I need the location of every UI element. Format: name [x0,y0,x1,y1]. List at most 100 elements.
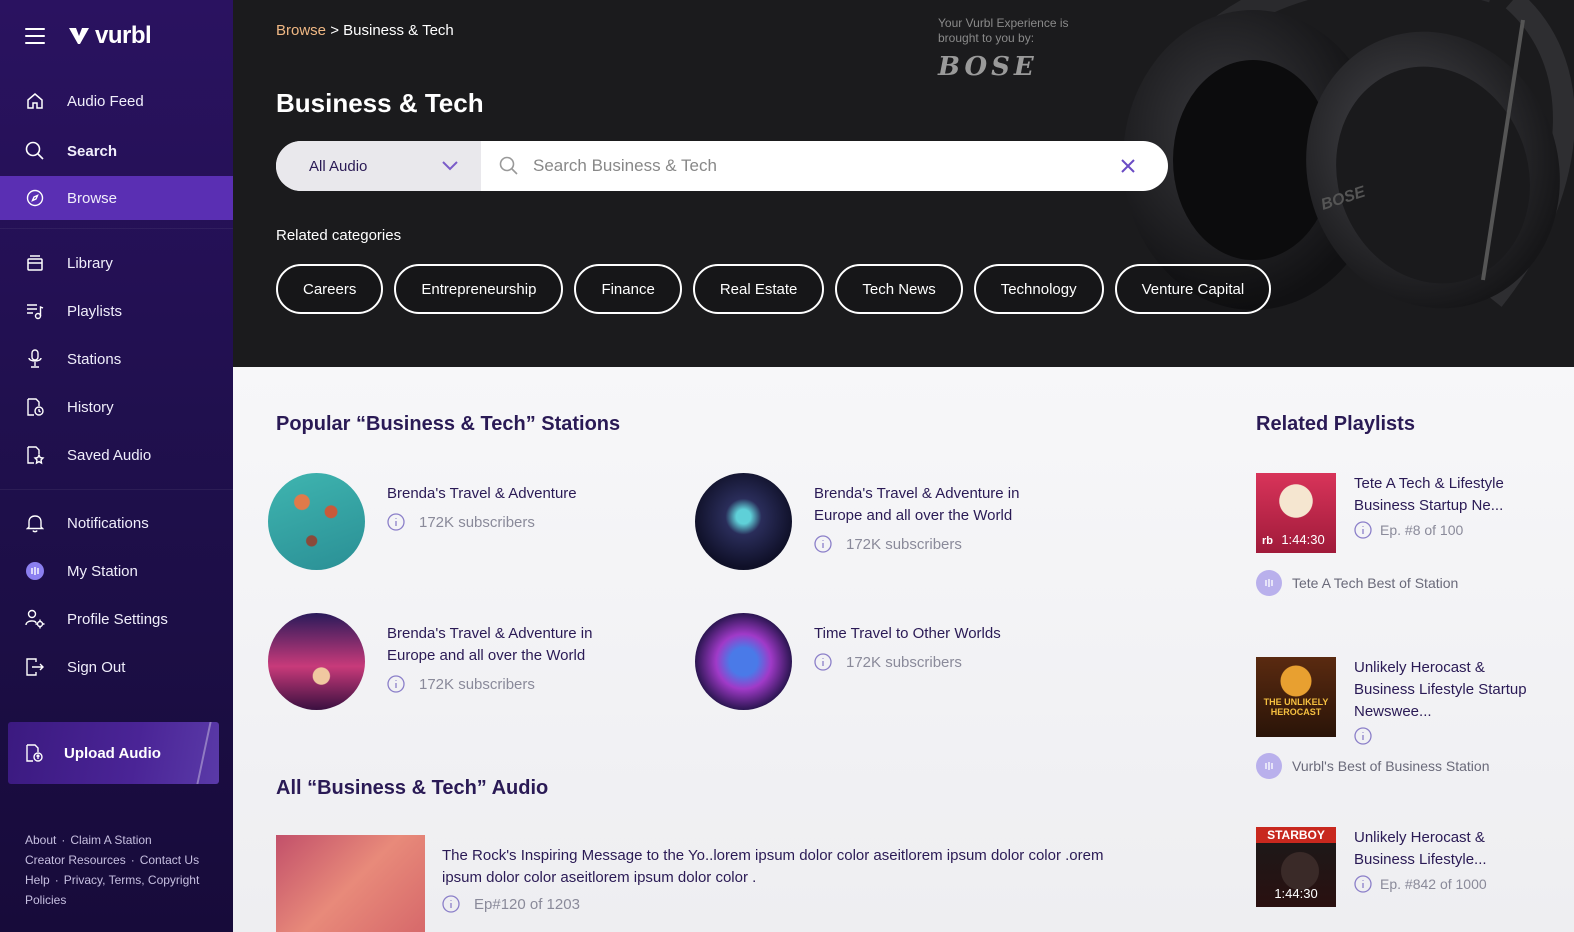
station-badge-icon [1256,570,1282,596]
info-icon[interactable] [814,535,832,553]
station-card[interactable]: Brenda's Travel & Adventure in Europe an… [268,613,637,710]
category-search-bar: All Audio [276,141,1168,191]
playlist-card[interactable]: THE UNLIKELY HEROCAST Unlikely Herocast … [1256,657,1534,745]
playlist-source-station[interactable]: Vurbl's Best of Business Station [1256,753,1489,779]
category-chip-careers[interactable]: Careers [276,264,384,314]
upload-file-icon [24,743,44,763]
sidebar-item-my-station[interactable]: My Station [0,549,233,593]
page-title: Business & Tech [276,88,484,118]
history-icon [25,397,45,417]
playlist-duration: 1:44:30 [1274,886,1318,901]
category-chip-entrepreneurship[interactable]: Entrepreneurship [394,264,564,314]
playlist-source-station[interactable]: Tete A Tech Best of Station [1256,570,1458,596]
category-chip-tech-news[interactable]: Tech News [835,264,963,314]
sidebar-item-label: My Station [67,562,138,580]
playlist-title: Unlikely Herocast & Business Lifestyle S… [1354,659,1527,720]
category-chip-real-estate[interactable]: Real Estate [692,264,825,314]
hamburger-menu-icon[interactable] [25,28,45,44]
privacy-terms-link[interactable]: Privacy, Terms, Copyright Policies [25,873,199,907]
category-chip-technology[interactable]: Technology [973,264,1104,314]
audio-list-item[interactable]: The Rock's Inspiring Message to the Yo..… [276,835,1142,932]
sidebar-item-label: Sign Out [67,658,126,676]
sidebar-item-notifications[interactable]: Notifications [0,501,233,545]
station-avatar [268,613,365,710]
about-link[interactable]: About [25,833,56,847]
sidebar-item-saved-audio[interactable]: Saved Audio [0,433,233,477]
sidebar-item-label: Notifications [67,514,149,532]
sidebar-item-search[interactable]: Search [0,129,233,173]
info-icon[interactable] [1354,875,1372,893]
station-badge-icon [1256,753,1282,779]
station-name: Brenda's Travel & Adventure in Europe an… [387,625,593,664]
audio-episode: Ep#120 of 1203 [474,895,580,913]
sidebar-item-label: Browse [67,189,118,207]
sidebar-item-playlists[interactable]: Playlists [0,289,233,333]
library-icon [25,253,45,273]
sidebar-item-audio-feed[interactable]: Audio Feed [0,79,233,123]
bell-icon [25,513,45,533]
audio-thumbnail [276,835,425,932]
search-icon [499,156,518,175]
help-link[interactable]: Help [25,873,50,887]
playlist-title: Tete A Tech & Lifestyle Business Startup… [1354,475,1504,514]
playlist-icon [25,301,45,321]
category-chip-venture-capital[interactable]: Venture Capital [1114,264,1272,314]
close-icon[interactable] [1118,156,1138,176]
info-icon[interactable] [442,895,460,913]
sidebar-item-label: Saved Audio [67,446,152,464]
breadcrumb-browse-link[interactable]: Browse [276,22,326,39]
playlist-thumbnail: rb 1:44:30 [1256,473,1336,553]
station-card[interactable]: Brenda's Travel & Adventure in Europe an… [695,473,1064,570]
playlist-episode: Ep. #842 of 1000 [1380,876,1487,892]
contact-us-link[interactable]: Contact Us [140,853,199,867]
sidebar-item-label: History [67,398,114,416]
station-subscribers: 172K subscribers [419,675,535,693]
category-chip-finance[interactable]: Finance [574,264,682,314]
info-icon[interactable] [1354,727,1372,745]
creator-resources-link[interactable]: Creator Resources [25,853,126,867]
category-hero: BOSE Browse > Business & Tech Business &… [233,0,1574,367]
profile-settings-icon [25,609,45,629]
upload-audio-label: Upload Audio [64,744,161,762]
station-card[interactable]: Time Travel to Other Worlds 172K subscri… [695,613,1064,710]
playlist-card[interactable]: rb 1:44:30 Tete A Tech & Lifestyle Busin… [1256,473,1534,553]
playlist-episode: Ep. #8 of 100 [1380,522,1464,538]
station-card[interactable]: Brenda's Travel & Adventure 172K subscri… [268,473,627,570]
station-name: Brenda's Travel & Adventure in Europe an… [814,485,1020,524]
playlist-title: Unlikely Herocast & Business Lifestyle..… [1354,829,1487,868]
home-icon [25,91,45,111]
sidebar-item-sign-out[interactable]: Sign Out [0,645,233,689]
sidebar-footer-links: About · Claim A Station Creator Resources ·… [25,833,200,907]
breadcrumb: Browse > Business & Tech [276,22,454,39]
sidebar-item-stations[interactable]: Stations [0,337,233,381]
station-avatar-icon [25,561,45,581]
sidebar-item-profile-settings[interactable]: Profile Settings [0,597,233,641]
station-name: Brenda's Travel & Adventure [387,485,577,502]
station-avatar [268,473,365,570]
info-icon[interactable] [1354,521,1372,539]
playlist-thumbnail: THE UNLIKELY HEROCAST [1256,657,1336,737]
search-field [481,141,1168,191]
sponsor-logo[interactable]: BOSE [938,52,1038,82]
audio-type-dropdown[interactable]: All Audio [276,141,481,191]
brand-name: vurbl [95,22,152,49]
sidebar: vurbl Audio Feed Search Browse Library P… [0,0,233,932]
claim-station-link[interactable]: Claim A Station [70,833,151,847]
playlist-source-name: Tete A Tech Best of Station [1292,575,1459,591]
audio-title: The Rock's Inspiring Message to the Yo..… [442,847,1104,886]
search-input[interactable] [533,156,1093,176]
microphone-icon [25,349,45,369]
info-icon[interactable] [387,675,405,693]
sidebar-item-library[interactable]: Library [0,241,233,285]
sidebar-item-label: Profile Settings [67,610,168,628]
playlist-card[interactable]: STARBOY 1:44:30 Unlikely Herocast & Busi… [1256,827,1534,907]
sidebar-item-history[interactable]: History [0,385,233,429]
station-subscribers: 172K subscribers [846,535,962,553]
upload-audio-button[interactable]: Upload Audio [8,722,219,784]
info-icon[interactable] [387,513,405,531]
sidebar-item-browse[interactable]: Browse [0,176,233,220]
sidebar-item-label: Stations [67,350,122,368]
info-icon[interactable] [814,653,832,671]
vurbl-logo[interactable]: vurbl [67,22,152,50]
playlists-section-title: Related Playlists [1256,413,1415,435]
